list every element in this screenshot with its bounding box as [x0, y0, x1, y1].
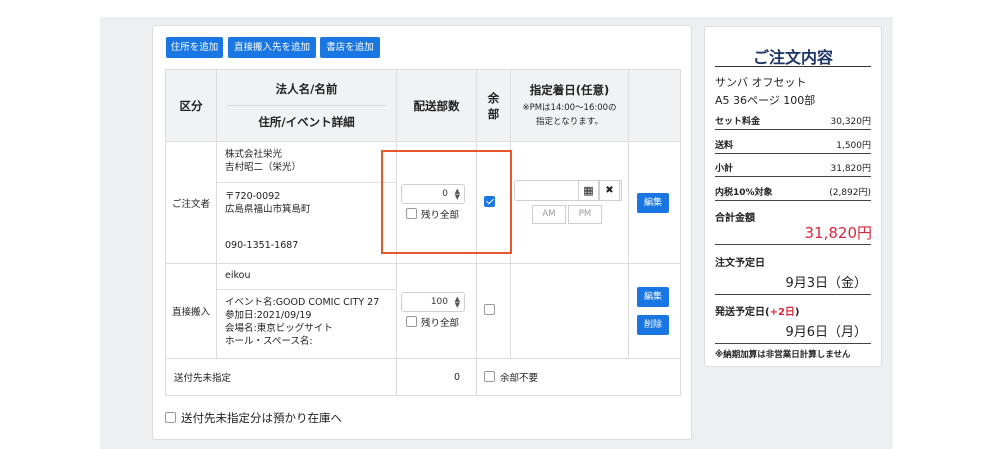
header-name: 法人名/名前	[275, 82, 338, 96]
row2-name: eikou	[225, 270, 251, 281]
row1-phone: 090-1351-1687	[225, 240, 299, 251]
am-button[interactable]: AM	[532, 205, 566, 224]
row2-event-date: 参加日:2021/09/19	[225, 310, 312, 321]
table-footer-row: 送付先未指定 0	[165, 358, 681, 396]
row2-spinner-icon[interactable]: ▲ ▼	[455, 296, 460, 309]
ship-date-value: 9月6日（月）	[785, 325, 867, 340]
header-name-address: 法人名/名前 住所/イベント詳細	[216, 69, 397, 142]
summary-row-shipping: 送料 1,500円	[715, 134, 871, 154]
ship-date-label: 発送予定日(+2日)	[715, 303, 800, 318]
row2-copies-input[interactable]: 100 ▲ ▼	[401, 292, 465, 312]
header-date-note-2: 指定となります。	[536, 117, 603, 127]
add-bookstore-button[interactable]: 書店を追加	[320, 37, 380, 58]
header-spare-2: 部	[487, 106, 500, 121]
summary-row-set-price: セット料金 30,320円	[715, 110, 871, 130]
header-date-title: 指定着日(任意)	[529, 83, 610, 97]
row2-kubun: 直接搬入	[165, 263, 217, 359]
total-value: 31,820円	[804, 224, 873, 242]
row2-spare-checkbox[interactable]	[484, 304, 495, 315]
order-date-value: 9月3日（金）	[785, 276, 867, 291]
header-kubun: 区分	[165, 69, 217, 142]
header-copies: 配送部数	[396, 69, 477, 142]
table-header-row: 区分 法人名/名前 住所/イベント詳細 配送部数 余 部 指定着日(任意) ※P…	[165, 69, 681, 142]
delivery-note: ※納期加算は非営業日計算しません	[715, 350, 851, 360]
summary-title: ご注文内容	[752, 48, 833, 67]
row2-space: ホール・スペース名:	[225, 336, 313, 347]
row2-delete-button[interactable]: 削除	[637, 315, 669, 335]
calendar-icon[interactable]: ▦	[578, 180, 599, 201]
total-label: 合計金額	[715, 213, 755, 224]
footer-label: 送付先未指定	[165, 358, 397, 396]
store-unassigned-checkbox[interactable]	[165, 412, 176, 423]
summary-product: サンバ オフセット	[715, 76, 807, 89]
set-price-label: セット料金	[715, 117, 761, 127]
row2-detail-block: イベント名:GOOD COMIC CITY 27 参加日:2021/09/19 …	[217, 290, 396, 348]
shipping-value: 1,500円	[836, 141, 871, 151]
row2-actions-cell	[628, 263, 681, 359]
no-spare-checkbox[interactable]	[484, 371, 495, 382]
row1-company: 株式会社栄光	[225, 149, 283, 160]
row2-date-cell	[510, 263, 629, 359]
row1-address-block: 〒720-0092 広島県福山市箕島町 090-1351-1687	[217, 183, 396, 252]
clear-date-icon[interactable]: ✖	[599, 180, 620, 201]
header-address: 住所/イベント詳細	[258, 115, 355, 129]
total-rule	[715, 244, 871, 245]
row2-copies-value: 100	[430, 297, 448, 307]
store-unassigned-label: 送付先未指定分は預かり在庫へ	[181, 411, 342, 425]
row1-edit-button[interactable]: 編集	[637, 193, 669, 213]
subtotal-value: 31,820円	[830, 164, 872, 174]
row1-person: 吉村昭二（栄光）	[225, 162, 302, 173]
subtotal-label: 小計	[715, 164, 734, 174]
header-date-note-1: ※PMは14:00〜16:00の	[522, 103, 617, 113]
header-date: 指定着日(任意) ※PMは14:00〜16:00の 指定となります。	[510, 69, 629, 142]
no-spare-label: 余部不要	[500, 373, 539, 384]
row1-postal: 〒720-0092	[225, 191, 281, 202]
row2-name-detail: eikou イベント名:GOOD COMIC CITY 27 参加日:2021/…	[216, 263, 397, 359]
tax-value: (2,892円)	[829, 188, 871, 198]
header-spare-1: 余	[487, 90, 500, 105]
row2-name-block: eikou	[217, 264, 396, 290]
order-date-label: 注文予定日	[715, 258, 765, 269]
header-actions	[628, 69, 681, 142]
ship-label-plus: +2日	[769, 307, 795, 318]
row1-kubun: ご注文者	[165, 141, 217, 264]
set-price-value: 30,320円	[830, 117, 872, 127]
header-spare: 余 部	[476, 69, 511, 142]
summary-row-subtotal: 小計 31,820円	[715, 157, 871, 177]
row2-edit-button[interactable]: 編集	[637, 287, 669, 307]
row1-name-address: 株式会社栄光 吉村昭二（栄光） 〒720-0092 広島県福山市箕島町 090-…	[216, 141, 397, 264]
add-direct-delivery-button[interactable]: 直接搬入先を追加	[228, 37, 316, 58]
tax-label: 内税10%対象	[715, 188, 773, 198]
summary-spec: A5 36ページ 100部	[715, 94, 816, 107]
ship-date-rule	[715, 343, 871, 344]
header-divider	[227, 105, 386, 106]
summary-row-tax: 内税10%対象 (2,892円)	[715, 181, 871, 201]
order-date-rule	[715, 294, 871, 295]
row2-remain-label: 残り全部	[421, 318, 460, 329]
row2-venue: 会場名:東京ビッグサイト	[225, 323, 333, 334]
add-address-button[interactable]: 住所を追加	[166, 37, 223, 58]
ship-label-prefix: 発送予定日(	[715, 307, 770, 318]
pm-button[interactable]: PM	[568, 205, 602, 224]
row1-name-block: 株式会社栄光 吉村昭二（栄光）	[217, 142, 396, 183]
highlight-box	[381, 150, 512, 254]
row2-event-name: イベント名:GOOD COMIC CITY 27	[225, 297, 380, 308]
shipping-label: 送料	[715, 141, 734, 151]
row1-address: 広島県福山市箕島町	[225, 204, 311, 215]
ship-label-suffix: )	[794, 307, 800, 318]
summary-title-rule	[715, 66, 871, 67]
row2-remain-checkbox[interactable]	[406, 316, 417, 327]
row1-date-cell	[510, 141, 629, 264]
footer-count: 0	[396, 358, 477, 396]
